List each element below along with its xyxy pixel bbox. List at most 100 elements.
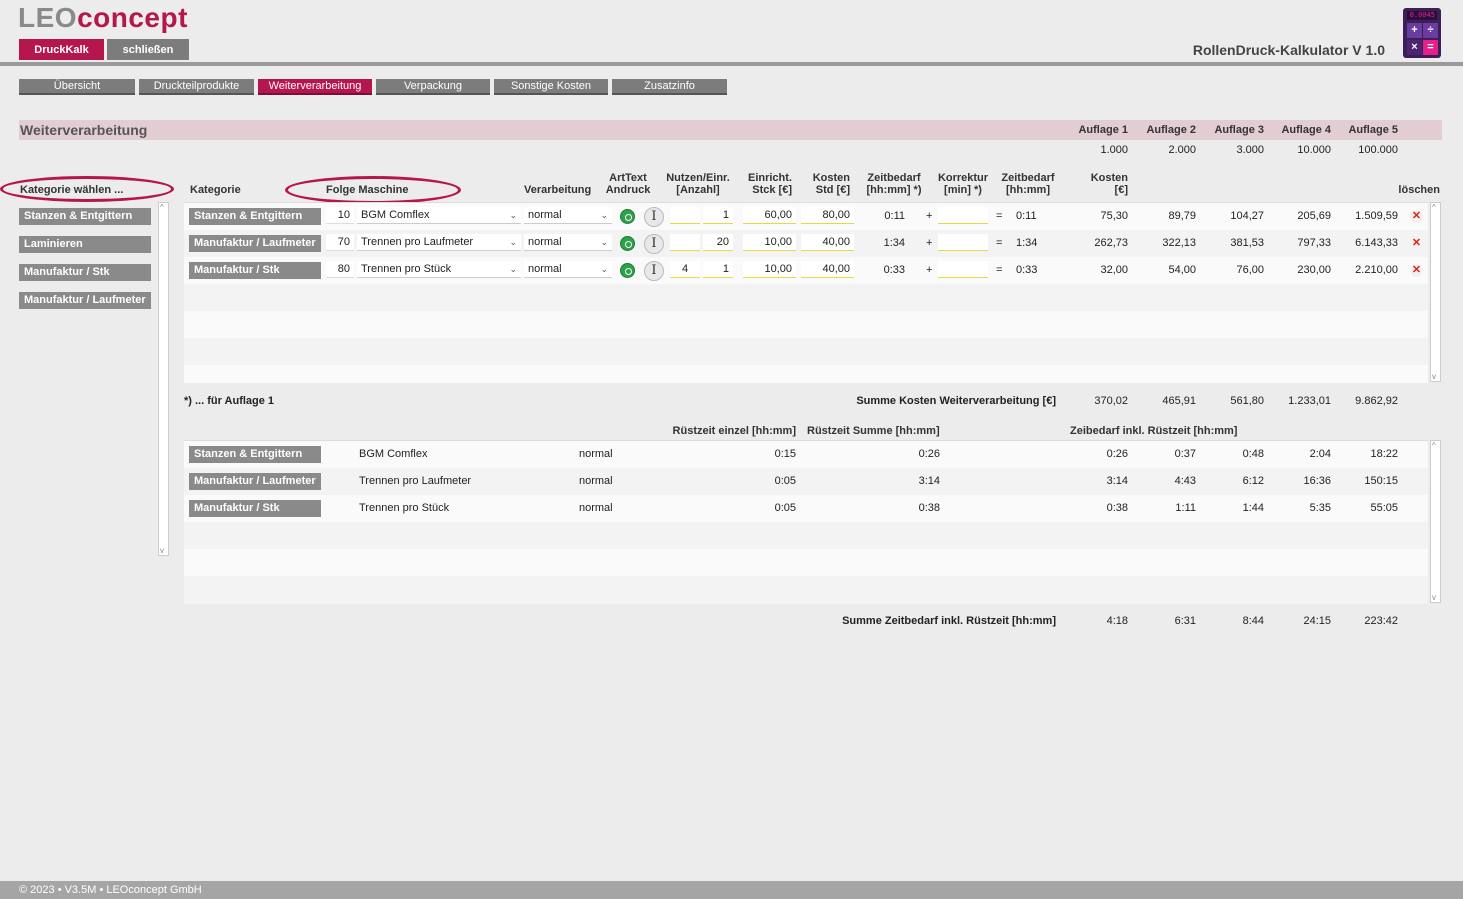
maschine-select[interactable]: BGM Comflex ⌄ xyxy=(357,207,521,224)
scroll-down-icon[interactable]: v xyxy=(160,546,164,555)
zeit-auflage-5: 150:15 xyxy=(1364,475,1398,487)
nutzen-a-input[interactable] xyxy=(670,207,700,224)
chevron-down-icon: ⌄ xyxy=(600,264,608,274)
nutzen-b-input[interactable]: 1 xyxy=(703,207,733,224)
tab-zusatzinfo[interactable]: Zusatzinfo xyxy=(612,79,727,95)
col-kosten: Kosten [€] xyxy=(1090,172,1128,196)
kosten-auflage-3: 76,00 xyxy=(1236,264,1264,276)
col-kategorie: Kategorie xyxy=(190,184,241,196)
equals-sign: = xyxy=(996,237,1003,249)
sum-zeit-4: 24:15 xyxy=(1303,615,1331,627)
table-scrollbar[interactable]: ^ v xyxy=(1430,202,1441,382)
category-manufaktur-laufmeter[interactable]: Manufaktur / Laufmeter xyxy=(19,292,151,309)
zeitbedarf-total: 1:34 xyxy=(1016,237,1038,249)
delete-icon[interactable]: ✕ xyxy=(1410,237,1423,250)
nutzen-a-input[interactable]: 4 xyxy=(670,261,700,278)
close-button[interactable]: schließen xyxy=(107,39,189,60)
kosten-auflage-1: 75,30 xyxy=(1100,210,1128,222)
auflage-value-5: 100.000 xyxy=(1358,144,1398,156)
ruest-einzel-value: 0:15 xyxy=(774,448,796,460)
auflage-value-3: 3.000 xyxy=(1236,144,1264,156)
verarbeitung-select[interactable]: normal ⌄ xyxy=(524,207,612,224)
nutzen-a-input[interactable] xyxy=(670,234,700,251)
col-nutzen: Nutzen/Einr. [Anzahl] xyxy=(666,172,730,196)
section-title: Weiterverarbeitung xyxy=(20,122,148,138)
nutzen-b-input[interactable]: 1 xyxy=(703,261,733,278)
korrektur-input[interactable] xyxy=(938,234,988,251)
kosten-auflage-3: 104,27 xyxy=(1230,210,1264,222)
folge-input[interactable]: 80 xyxy=(326,261,354,278)
zeit-auflage-1: 0:26 xyxy=(1106,448,1128,460)
tab-uebersicht[interactable]: Übersicht xyxy=(19,79,135,95)
nutzen-b-input[interactable]: 20 xyxy=(703,234,733,251)
left-scrollbar[interactable]: ^ v xyxy=(158,202,169,556)
highlight-oval xyxy=(285,176,461,204)
text-cursor-icon[interactable]: I xyxy=(644,207,664,227)
machine-table xyxy=(184,202,1428,383)
auflage-label-4: Auflage 4 xyxy=(1281,124,1331,136)
einricht-input[interactable]: 10,00 xyxy=(743,234,796,251)
kosten-std-input[interactable]: 40,00 xyxy=(801,261,854,278)
tab-druckteilprodukte[interactable]: Druckteilprodukte xyxy=(139,79,254,95)
scroll-up-icon[interactable]: ^ xyxy=(1432,441,1436,450)
korrektur-input[interactable] xyxy=(938,207,988,224)
auflage-label-1: Auflage 1 xyxy=(1078,124,1128,136)
scroll-down-icon[interactable]: v xyxy=(1432,593,1436,602)
scroll-up-icon[interactable]: ^ xyxy=(160,203,164,212)
einricht-input[interactable]: 60,00 xyxy=(743,207,796,224)
arttext-green-icon[interactable] xyxy=(620,263,635,278)
maschine-select[interactable]: Trennen pro Laufmeter ⌄ xyxy=(357,234,521,251)
kosten-auflage-4: 205,69 xyxy=(1297,210,1331,222)
row-category-badge: Stanzen & Entgittern xyxy=(189,446,321,463)
arttext-green-icon[interactable] xyxy=(620,236,635,251)
maschine-name: BGM Comflex xyxy=(359,448,428,460)
verarbeitung-select[interactable]: normal ⌄ xyxy=(524,234,612,251)
kosten-auflage-2: 322,13 xyxy=(1162,237,1196,249)
plus-sign: + xyxy=(926,210,933,222)
tab-weiterverarbeitung[interactable]: Weiterverarbeitung xyxy=(258,79,372,95)
logo: LEOconcept xyxy=(18,2,188,33)
row-category-badge: Manufaktur / Stk xyxy=(189,262,321,279)
verarbeitung-select[interactable]: normal ⌄ xyxy=(524,261,612,278)
text-cursor-icon[interactable]: I xyxy=(644,234,664,254)
maschine-select[interactable]: Trennen pro Stück ⌄ xyxy=(357,261,521,278)
druckkalk-button[interactable]: DruckKalk xyxy=(19,39,104,60)
kosten-std-input[interactable]: 80,00 xyxy=(801,207,854,224)
einricht-input[interactable]: 10,00 xyxy=(743,261,796,278)
kosten-auflage-5: 6.143,33 xyxy=(1355,237,1398,249)
col-arttext: ArtText Andruck xyxy=(605,172,651,196)
verarbeitung-value: normal xyxy=(579,502,613,514)
scroll-up-icon[interactable]: ^ xyxy=(1432,203,1436,212)
ruest-summe-value: 0:26 xyxy=(918,448,940,460)
folge-input[interactable]: 10 xyxy=(326,207,354,224)
auflage-label-3: Auflage 3 xyxy=(1214,124,1264,136)
calculator-icon[interactable]: 0.0045 + ÷ × = xyxy=(1403,8,1441,58)
delete-icon[interactable]: ✕ xyxy=(1410,264,1423,277)
zeitbedarf-total: 0:11 xyxy=(1016,210,1037,222)
category-manufaktur-stk[interactable]: Manufaktur / Stk xyxy=(19,264,151,281)
folge-input[interactable]: 70 xyxy=(326,234,354,251)
delete-icon[interactable]: ✕ xyxy=(1410,210,1423,223)
sum-zeit-label: Summe Zeitbedarf inkl. Rüstzeit [hh:mm] xyxy=(842,615,1056,627)
arttext-green-icon[interactable] xyxy=(620,209,635,224)
text-cursor-icon[interactable]: I xyxy=(644,261,664,281)
tab-sonstige-kosten[interactable]: Sonstige Kosten xyxy=(494,79,608,95)
col-zeitbedarf-total: Zeitbedarf [hh:mm] xyxy=(1001,172,1055,196)
sum-zeit-2: 6:31 xyxy=(1174,615,1196,627)
zeit-auflage-3: 6:12 xyxy=(1242,475,1264,487)
tab-verpackung[interactable]: Verpackung xyxy=(376,79,490,95)
time-table-scrollbar[interactable]: ^ v xyxy=(1430,440,1441,603)
ruest-einzel-value: 0:05 xyxy=(774,502,796,514)
chevron-down-icon: ⌄ xyxy=(600,237,608,247)
auflage-value-4: 10.000 xyxy=(1297,144,1331,156)
category-laminieren[interactable]: Laminieren xyxy=(19,236,151,253)
kosten-std-input[interactable]: 40,00 xyxy=(801,234,854,251)
kosten-auflage-4: 230,00 xyxy=(1297,264,1331,276)
korrektur-input[interactable] xyxy=(938,261,988,278)
scroll-down-icon[interactable]: v xyxy=(1432,372,1436,381)
row-category-badge: Stanzen & Entgittern xyxy=(189,208,321,225)
col-zeitbedarf: Zeitbedarf [hh:mm] *) xyxy=(866,172,922,196)
category-stanzen-entgittern[interactable]: Stanzen & Entgittern xyxy=(19,208,151,225)
calc-key-plus: + xyxy=(1407,23,1422,38)
kosten-auflage-1: 32,00 xyxy=(1100,264,1128,276)
